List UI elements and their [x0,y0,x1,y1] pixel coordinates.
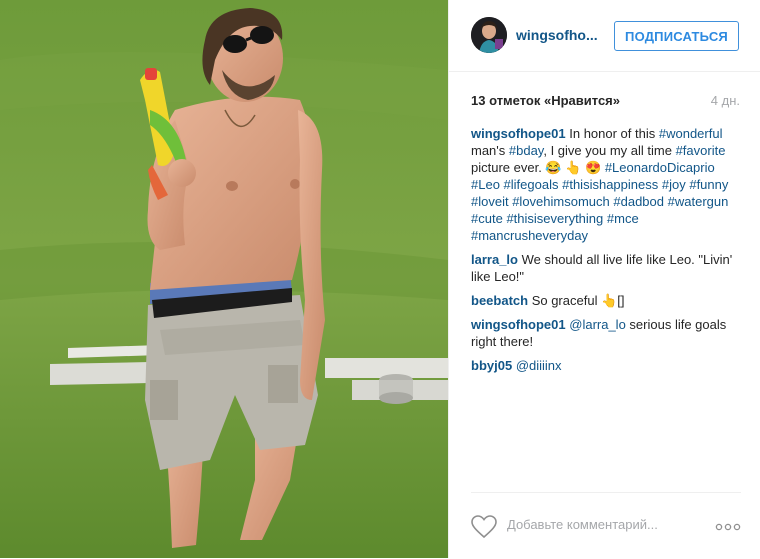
post-photo[interactable] [0,0,448,558]
comment: wingsofhope01 @larra_lo serious life goa… [471,316,746,350]
comment-footer: Добавьте комментарий... [471,492,741,559]
caption-text: , I give you my all time [543,143,676,158]
likes-count[interactable]: 13 отметок «Нравится» [471,93,620,108]
avatar[interactable] [471,17,507,53]
hashtag[interactable]: #mancrusheveryday [471,228,588,243]
caption-text: In honor of this [565,126,659,141]
comment-author[interactable]: wingsofhope01 [471,317,566,332]
mention-link[interactable]: @larra_lo [569,317,626,332]
photo-illustration [0,0,448,558]
comments-list: wingsofhope01 In honor of this #wonderfu… [471,125,746,381]
hashtag[interactable]: #Leo [471,177,500,192]
follow-button[interactable]: ПОДПИСАТЬСЯ [614,21,739,51]
hashtag[interactable]: #thisishappiness [562,177,658,192]
post-header: wingsofho... ПОДПИСАТЬСЯ [449,0,760,72]
hashtag[interactable]: #lovehimsomuch [512,194,610,209]
comment: bbyj05 @diiiinx [471,357,746,374]
hashtag[interactable]: #joy [662,177,686,192]
hashtag[interactable]: #loveit [471,194,509,209]
hashtag[interactable]: #mce [607,211,639,226]
hashtag[interactable]: #favorite [676,143,726,158]
caption-text: picture ever. 😂 👆 😍 [471,160,605,175]
comment-input[interactable]: Добавьте комментарий... [507,517,658,532]
comment-author[interactable]: bbyj05 [471,358,512,373]
comment-author[interactable]: larra_lo [471,252,518,267]
comment: beebatch So graceful 👆[] [471,292,746,309]
hashtag[interactable]: #funny [689,177,728,192]
post-age[interactable]: 4 дн. [711,93,740,108]
hashtag[interactable]: #dadbod [613,194,664,209]
hashtag[interactable]: #LeonardoDicaprio [605,160,715,175]
hashtag[interactable]: #lifegoals [504,177,559,192]
hashtag[interactable]: #wonderful [659,126,723,141]
hashtag[interactable]: #watergun [668,194,729,209]
comment-text: So graceful 👆[] [528,293,625,308]
comment-author[interactable]: wingsofhope01 [471,126,566,141]
avatar-image [471,17,507,53]
post-details-panel: wingsofho... ПОДПИСАТЬСЯ 13 отметок «Нра… [448,0,760,558]
heart-icon[interactable] [471,515,497,539]
hashtag[interactable]: #thisiseverything [506,211,603,226]
mention-link[interactable]: @diiiinx [516,358,562,373]
caption-text: man's [471,143,509,158]
comment-author[interactable]: beebatch [471,293,528,308]
comment-caption: wingsofhope01 In honor of this #wonderfu… [471,125,746,244]
hashtag[interactable]: #bday [509,143,543,158]
username-link[interactable]: wingsofho... [516,27,598,43]
hashtag[interactable]: #cute [471,211,503,226]
comment: larra_lo We should all live life like Le… [471,251,746,285]
more-options-icon[interactable] [715,523,741,531]
